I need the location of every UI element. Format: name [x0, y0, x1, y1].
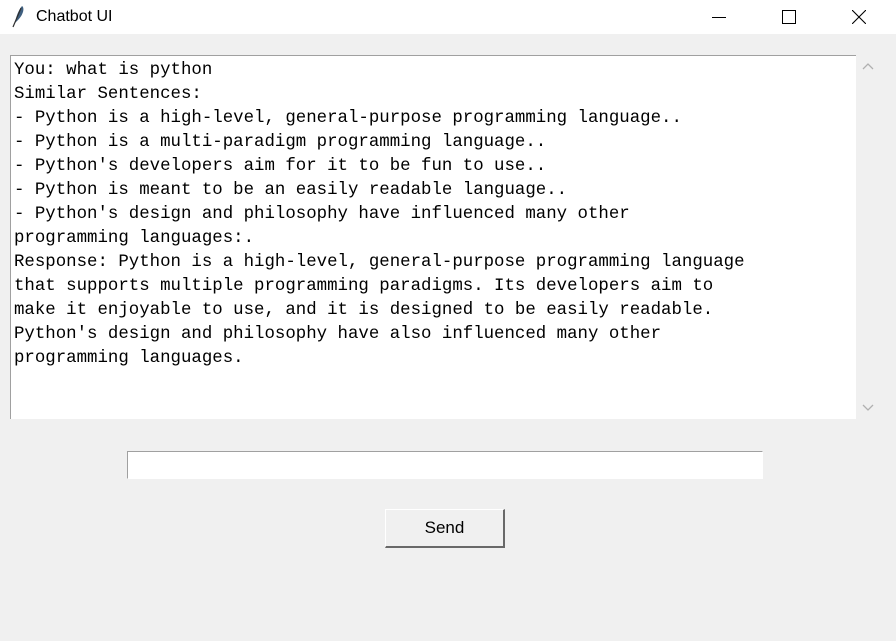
minimize-button[interactable]	[696, 0, 742, 34]
title-bar: Chatbot UI	[0, 0, 896, 34]
chat-line: - Python's design and philosophy have in…	[14, 205, 630, 224]
close-button[interactable]	[836, 0, 882, 34]
chat-line: Response: Python is a high-level, genera…	[14, 253, 745, 272]
window-title: Chatbot UI	[36, 8, 113, 25]
scroll-down-icon[interactable]	[861, 403, 875, 413]
chat-line: - Python's developers aim for it to be f…	[14, 157, 547, 176]
chat-line: - Python is meant to be an easily readab…	[14, 181, 568, 200]
chat-line: make it enjoyable to use, and it is desi…	[14, 301, 714, 320]
chat-log[interactable]: You: what is python Similar Sentences: -…	[10, 55, 856, 419]
chat-line: Similar Sentences:	[14, 85, 202, 104]
chat-line: - Python is a high-level, general-purpos…	[14, 109, 682, 128]
chat-line: that supports multiple programming parad…	[14, 277, 714, 296]
feather-icon	[10, 5, 26, 29]
maximize-button[interactable]	[766, 0, 812, 34]
scroll-up-icon[interactable]	[861, 61, 875, 71]
chat-line: - Python is a multi-paradigm programming…	[14, 133, 547, 152]
message-input[interactable]	[127, 451, 763, 479]
chat-line: You: what is python	[14, 61, 213, 80]
close-icon	[852, 10, 866, 24]
chat-line: programming languages.	[14, 349, 244, 368]
send-button[interactable]: Send	[385, 509, 505, 548]
maximize-icon	[782, 10, 796, 24]
chat-line: programming languages:.	[14, 229, 255, 248]
minimize-icon	[712, 17, 726, 18]
chat-scrollbar[interactable]	[857, 55, 879, 419]
chat-line: Python's design and philosophy have also…	[14, 325, 662, 344]
